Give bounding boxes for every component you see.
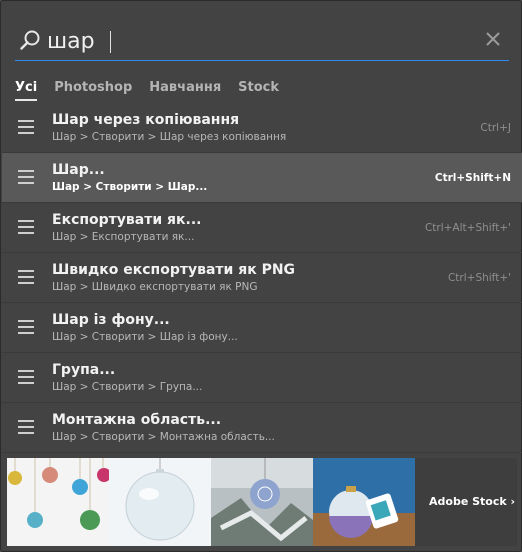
tab-learn[interactable]: Навчання — [149, 79, 221, 101]
menu-icon — [18, 220, 34, 234]
adobe-stock-link[interactable]: Adobe Stock › — [415, 458, 517, 546]
result-path: Шар > Створити > Група... — [52, 381, 203, 393]
menu-icon — [18, 420, 34, 434]
result-shortcut: Ctrl+Shift+' — [447, 272, 511, 284]
search-bar — [15, 21, 509, 61]
result-path: Шар > Створити > Шар із фону... — [52, 331, 238, 343]
result-title: Експортувати як... — [52, 212, 202, 228]
result-path: Шар > Створити > Шар... — [52, 181, 208, 193]
result-row[interactable]: Швидко експортувати як PNG Шар > Швидко … — [2, 253, 522, 303]
search-panel: Усі Photoshop Навчання Stock Шар через к… — [0, 0, 522, 552]
tab-stock[interactable]: Stock — [238, 79, 279, 101]
adobe-stock-label: Adobe Stock › — [429, 495, 516, 508]
result-path: Шар > Експортувати як... — [52, 231, 195, 243]
result-row[interactable]: Група... Шар > Створити > Група... — [2, 353, 522, 403]
result-row-selected[interactable]: Шар... Шар > Створити > Шар... Ctrl+Shif… — [2, 153, 522, 203]
text-caret — [110, 31, 111, 53]
result-row[interactable]: Шар через копіювання Шар > Створити > Ша… — [2, 103, 522, 153]
menu-icon — [18, 170, 34, 184]
glass-ornament-image[interactable] — [109, 458, 211, 546]
gift-ornament-image[interactable] — [313, 458, 415, 546]
tab-all[interactable]: Усі — [15, 79, 38, 101]
result-shortcut: Ctrl+Shift+N — [434, 172, 511, 184]
result-shortcut: Ctrl+Alt+Shift+' — [424, 222, 511, 234]
search-icon — [20, 30, 40, 50]
result-row[interactable]: Шар із фону... Шар > Створити > Шар із ф… — [2, 303, 522, 353]
stock-strip: Adobe Stock › — [7, 458, 517, 546]
result-title: Шар через копіювання — [52, 112, 240, 128]
result-title: Швидко експортувати як PNG — [52, 262, 296, 278]
menu-icon — [18, 320, 34, 334]
menu-icon — [18, 270, 34, 284]
colorful-ornaments-image[interactable] — [7, 458, 109, 546]
menu-icon — [18, 370, 34, 384]
menu-icon — [18, 120, 34, 134]
close-icon[interactable] — [483, 29, 503, 49]
result-shortcut: Ctrl+J — [480, 122, 511, 134]
tab-photoshop[interactable]: Photoshop — [54, 79, 132, 101]
result-path: Шар > Швидко експортувати як PNG — [52, 281, 258, 293]
result-row[interactable]: Експортувати як... Шар > Експортувати як… — [2, 203, 522, 253]
result-path: Шар > Створити > Шар через копіювання — [52, 131, 287, 143]
filter-tabs: Усі Photoshop Навчання Stock — [15, 79, 296, 103]
result-title: Монтажна область... — [52, 412, 222, 428]
result-path: Шар > Створити > Монтажна область... — [52, 431, 275, 443]
result-title: Група... — [52, 362, 116, 378]
result-title: Шар із фону... — [52, 312, 170, 328]
blue-ornament-snow-image[interactable] — [211, 458, 313, 546]
result-title: Шар... — [52, 162, 105, 178]
result-row[interactable]: Монтажна область... Шар > Створити > Мон… — [2, 403, 522, 453]
results-list: Шар через копіювання Шар > Створити > Ша… — [2, 103, 522, 453]
